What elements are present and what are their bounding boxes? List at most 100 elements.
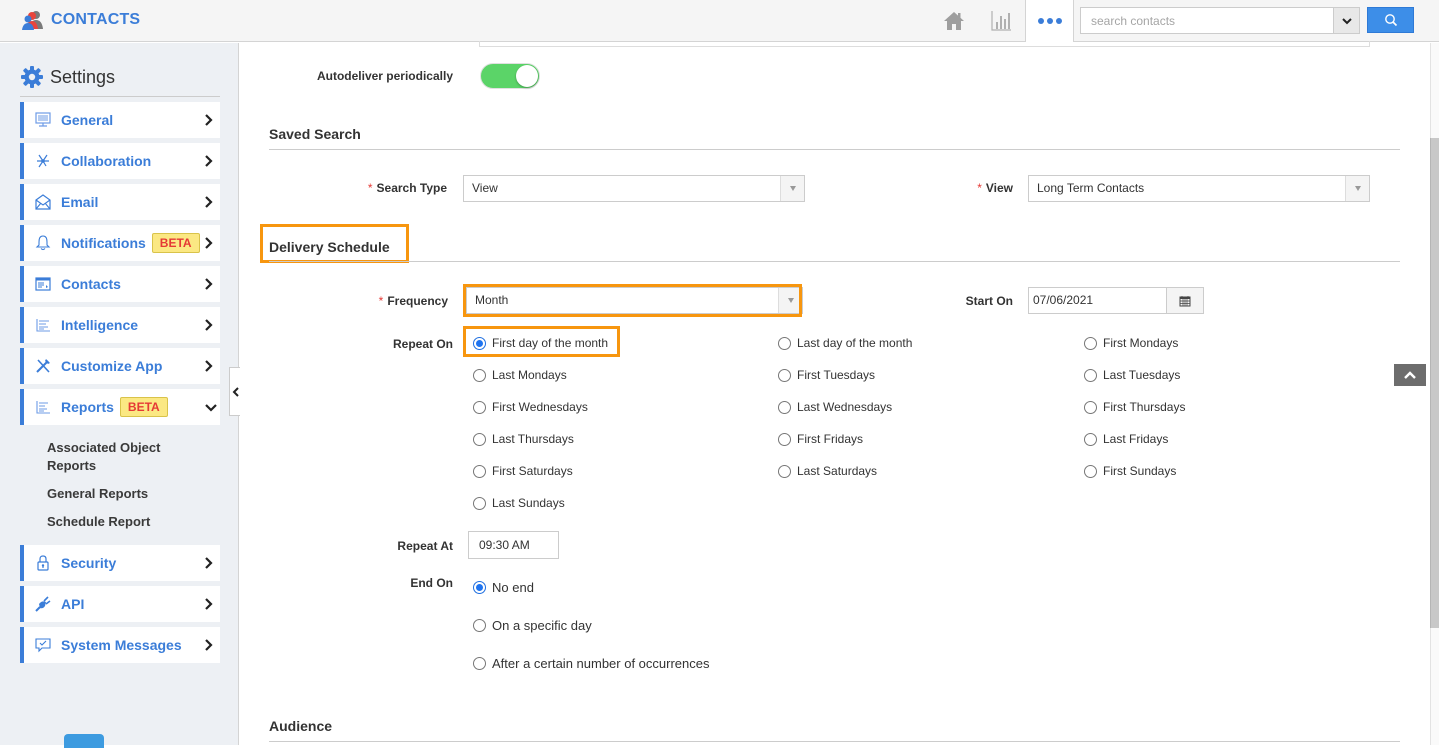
repeat-on-label: Repeat On	[392, 337, 453, 351]
sidebar-item-reports[interactable]: Reports BETA	[20, 389, 220, 425]
repeat-on-option-first-sundays[interactable]: First Sundays	[1084, 464, 1176, 478]
radio-label: After a certain number of occurrences	[492, 656, 710, 671]
sidebar-item-general[interactable]: General	[20, 102, 220, 138]
radio-button[interactable]	[1084, 464, 1097, 478]
radio-button[interactable]	[778, 400, 791, 414]
dropdown-arrow-icon	[780, 176, 804, 201]
network-icon	[35, 153, 51, 169]
repeat-on-option-first-thursdays[interactable]: First Thursdays	[1084, 400, 1185, 414]
search-type-value: View	[472, 181, 498, 195]
section-divider	[269, 261, 1400, 262]
end-on-option-after-occurrences[interactable]: After a certain number of occurrences	[473, 656, 710, 671]
radio-label: First Sundays	[1103, 464, 1177, 478]
repeat-on-option-last-tuesdays[interactable]: Last Tuesdays	[1084, 368, 1180, 382]
sidebar-item-security[interactable]: Security	[20, 545, 220, 581]
search-button[interactable]	[1367, 7, 1414, 33]
repeat-on-option-last-wednesdays[interactable]: Last Wednesdays	[778, 400, 892, 414]
calendar-icon	[1179, 295, 1191, 306]
sidebar-subitem-associated-object-reports[interactable]: Associated Object Reports	[47, 439, 187, 475]
search-type-select[interactable]: View	[463, 175, 805, 202]
bar-chart-icon[interactable]	[988, 8, 1014, 34]
repeat-on-option-first-tuesdays[interactable]: First Tuesdays	[778, 368, 875, 382]
report-lines-icon	[35, 399, 51, 415]
repeat-on-option-first-wednesdays[interactable]: First Wednesdays	[473, 400, 588, 414]
chevron-down-icon	[205, 404, 217, 412]
radio-button[interactable]	[473, 581, 486, 594]
sidebar-item-collaboration[interactable]: Collaboration	[20, 143, 220, 179]
scrollbar-thumb[interactable]	[1430, 138, 1439, 628]
repeat-on-option-last-sundays[interactable]: Last Sundays	[473, 496, 565, 510]
repeat-on-option-first-mondays[interactable]: First Mondays	[1084, 336, 1178, 350]
autodeliver-toggle[interactable]	[480, 63, 540, 89]
radio-button[interactable]	[778, 336, 791, 350]
end-on-option-no-end[interactable]: No end	[473, 580, 534, 595]
repeat-on-option-first-fridays[interactable]: First Fridays	[778, 432, 863, 446]
radio-button[interactable]	[473, 400, 486, 414]
sidebar-item-email[interactable]: Email	[20, 184, 220, 220]
radio-button[interactable]	[473, 368, 486, 382]
help-button[interactable]	[64, 734, 104, 748]
radio-button[interactable]	[1084, 368, 1097, 382]
sidebar-item-intelligence[interactable]: Intelligence	[20, 307, 220, 343]
app-brand[interactable]: CONTACTS	[22, 10, 140, 30]
repeat-on-option-last-fridays[interactable]: Last Fridays	[1084, 432, 1168, 446]
radio-button[interactable]	[1084, 432, 1097, 446]
radio-button[interactable]	[778, 464, 791, 478]
radio-button[interactable]	[473, 619, 486, 632]
sidebar-item-customize-app[interactable]: Customize App	[20, 348, 220, 384]
view-label: * View	[977, 181, 1013, 195]
radio-label: Last Wednesdays	[797, 400, 893, 414]
home-icon[interactable]	[941, 8, 967, 34]
required-asterisk: *	[977, 181, 982, 195]
sidebar-subitem-general-reports[interactable]: General Reports	[47, 485, 148, 503]
saved-search-heading: Saved Search	[269, 126, 361, 142]
view-select[interactable]: Long Term Contacts	[1028, 175, 1370, 202]
repeat-on-option-first-day-of-the-month[interactable]: First day of the month	[473, 336, 608, 350]
radio-button[interactable]	[778, 368, 791, 382]
radio-button[interactable]	[1084, 400, 1097, 414]
dropdown-arrow-icon	[1345, 176, 1369, 201]
chevron-right-icon	[205, 155, 213, 167]
radio-button[interactable]	[473, 657, 486, 670]
scroll-to-top-button[interactable]	[1394, 364, 1426, 386]
repeat-on-option-last-day-of-the-month[interactable]: Last day of the month	[778, 336, 912, 350]
repeat-on-option-last-mondays[interactable]: Last Mondays	[473, 368, 567, 382]
radio-button[interactable]	[473, 464, 486, 478]
radio-button[interactable]	[473, 336, 486, 350]
divider	[20, 96, 220, 97]
schedule-report-form: Autodeliver periodically Saved Search * S…	[240, 41, 1430, 745]
radio-button[interactable]	[473, 432, 486, 446]
radio-label: Last Tuesdays	[1103, 368, 1181, 382]
search-filter-dropdown[interactable]	[1333, 8, 1359, 33]
contact-card-icon	[35, 276, 51, 292]
top-bar: CONTACTS	[0, 0, 1439, 42]
search-type-label: * Search Type	[367, 181, 447, 195]
repeat-on-option-last-saturdays[interactable]: Last Saturdays	[778, 464, 877, 478]
radio-label: First Tuesdays	[797, 368, 876, 382]
radio-label: First Fridays	[797, 432, 863, 446]
radio-button[interactable]	[473, 496, 486, 510]
calendar-button[interactable]	[1166, 287, 1204, 314]
radio-label: First Wednesdays	[492, 400, 588, 414]
sidebar-item-api[interactable]: API	[20, 586, 220, 622]
tools-icon	[35, 358, 51, 374]
sidebar-item-notifications[interactable]: Notifications BETA	[20, 225, 220, 261]
more-dots-icon[interactable]	[1025, 0, 1074, 42]
sidebar-item-contacts[interactable]: Contacts	[20, 266, 220, 302]
monitor-icon	[35, 112, 51, 128]
bell-icon	[35, 235, 51, 251]
repeat-on-option-first-saturdays[interactable]: First Saturdays	[473, 464, 573, 478]
radio-button[interactable]	[1084, 336, 1097, 350]
chevron-up-icon	[1404, 371, 1416, 379]
search-input[interactable]	[1081, 8, 1333, 33]
chevron-right-icon	[205, 639, 213, 651]
chevron-down-icon	[1341, 17, 1352, 24]
settings-header: Settings	[20, 65, 115, 89]
sidebar-subitem-schedule-report[interactable]: Schedule Report	[47, 513, 150, 531]
sidebar-item-system-messages[interactable]: System Messages	[20, 627, 220, 663]
repeat-at-time-input[interactable]: 09:30 AM	[468, 531, 559, 559]
start-on-date-input[interactable]: 07/06/2021	[1028, 287, 1167, 314]
repeat-on-option-last-thursdays[interactable]: Last Thursdays	[473, 432, 574, 446]
radio-button[interactable]	[778, 432, 791, 446]
end-on-option-specific-day[interactable]: On a specific day	[473, 618, 592, 633]
